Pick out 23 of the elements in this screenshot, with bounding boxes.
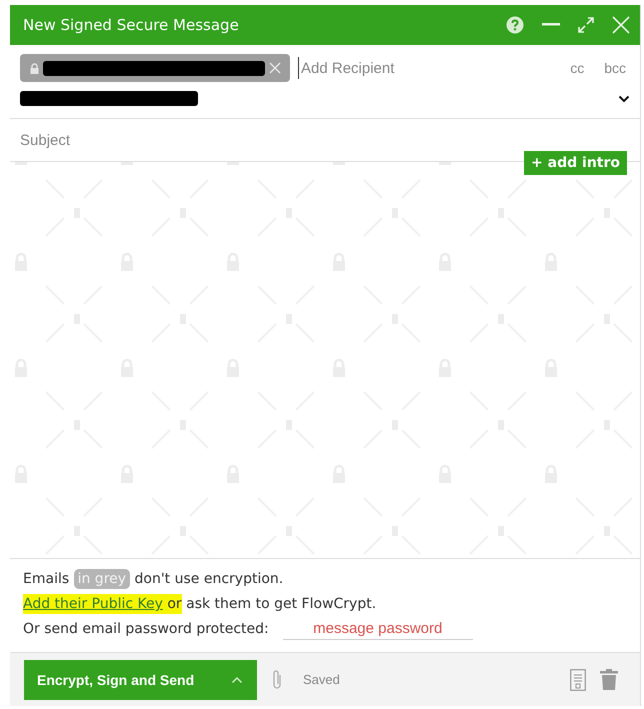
password-input[interactable]: message password — [282, 620, 473, 640]
minimize-icon[interactable] — [542, 23, 560, 27]
save-status: Saved — [303, 672, 340, 687]
public-key-note: Add their Public Key or ask them to get FlowCrypt. — [23, 593, 378, 616]
lock-icon — [30, 62, 39, 74]
help-icon[interactable] — [506, 16, 524, 34]
send-button[interactable]: Encrypt, Sign and Send — [24, 660, 257, 700]
add-public-key-link[interactable]: Add their Public Key — [23, 596, 163, 612]
encryption-note: Emails in grey don't use encryption. — [23, 568, 284, 591]
remove-icon[interactable] — [269, 62, 281, 74]
paperclip-icon[interactable] — [271, 668, 283, 690]
cc-link[interactable]: cc — [570, 60, 584, 76]
add-intro-button[interactable]: + add intro — [524, 151, 627, 175]
document-icon[interactable] — [570, 668, 586, 690]
trash-icon[interactable] — [600, 669, 618, 690]
chevron-down-icon[interactable] — [618, 94, 630, 102]
close-icon[interactable] — [612, 16, 630, 34]
caret-icon[interactable] — [231, 676, 243, 684]
window-title: New Signed Secure Message — [23, 16, 240, 34]
bcc-link[interactable]: bcc — [604, 60, 626, 76]
expand-icon[interactable] — [578, 17, 594, 33]
recipient-chip[interactable] — [20, 54, 290, 82]
password-label: Or send email password protected: — [23, 620, 269, 639]
